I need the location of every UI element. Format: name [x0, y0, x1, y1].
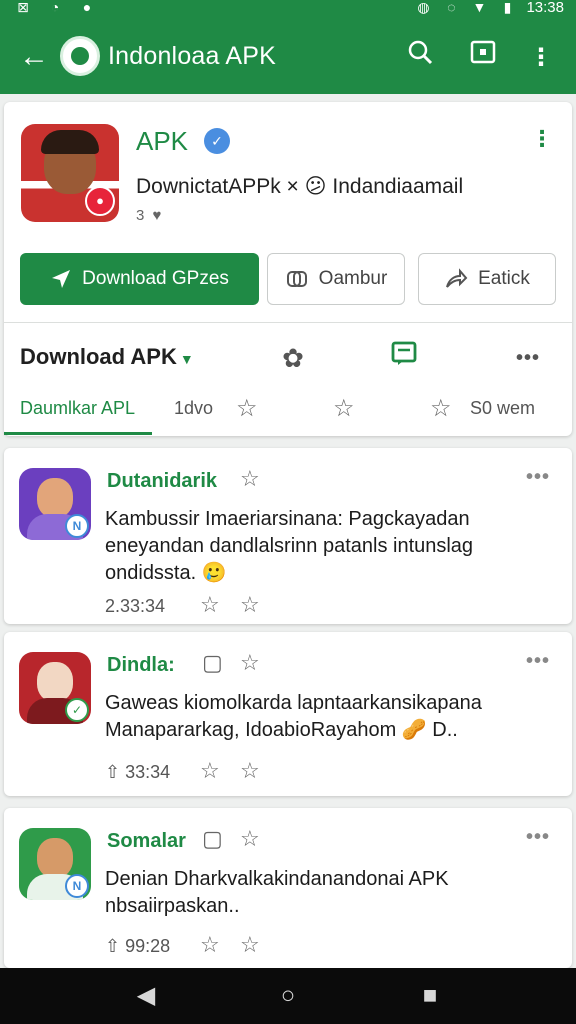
- location-icon: ◍: [417, 0, 430, 15]
- avatar-hair: [41, 130, 99, 154]
- feed-post[interactable]: ✓ Dindla: ▢ ☆ ••• Gaweas kiomolkarda lap…: [4, 632, 572, 796]
- nav-home-icon[interactable]: ○: [268, 980, 308, 1012]
- battery-icon: ▮: [503, 0, 512, 15]
- record-badge-icon: ●: [85, 186, 115, 216]
- app-subtitle: DownictatAPPk × 😕 Indandiaamail: [136, 175, 464, 198]
- send-icon: [52, 270, 71, 288]
- avatar[interactable]: N: [19, 468, 91, 540]
- status-time: 13:38: [526, 0, 564, 16]
- bookmark-icon[interactable]: ▢: [202, 826, 223, 852]
- upload-icon: ⇧: [105, 936, 121, 956]
- verified-mini-icon: N: [65, 514, 89, 538]
- post-stats: 2.33:34: [105, 596, 166, 616]
- divider: [4, 322, 572, 323]
- post-text: Denian Dharkvalkakindanandonai APK nbsai…: [105, 868, 449, 917]
- system-nav-bar: ◀ ○ ■: [0, 968, 576, 1024]
- tab-indicator: [4, 432, 152, 435]
- back-arrow-icon[interactable]: ←: [18, 40, 50, 76]
- status-bar: ⊠ ◔ ● ◍ ◌ ▼ ▮ 13:38: [0, 0, 576, 22]
- download-button[interactable]: Download GPzes: [20, 253, 259, 305]
- chevron-down-icon: ▼: [179, 351, 194, 367]
- section-title-text: Download APK: [20, 344, 177, 369]
- avatar-head: [37, 478, 73, 518]
- verified-icon: ✓: [204, 128, 230, 154]
- star-icon[interactable]: ☆: [200, 932, 220, 958]
- download-button-label: Download GPzes: [82, 268, 229, 289]
- v-badge-icon: ♥: [152, 207, 162, 224]
- more-vert-icon[interactable]: ⋮: [528, 126, 556, 158]
- share-button-label: Eatick: [478, 268, 530, 289]
- post-author[interactable]: Somalar: [107, 830, 186, 853]
- post-stats: ⇧ 99:28: [105, 936, 170, 957]
- section-title[interactable]: Download APK ▼: [20, 344, 194, 370]
- post-text: Kambussir Imaeriarsinana: Pagckayadan en…: [105, 508, 474, 584]
- star-icon[interactable]: ☆: [200, 592, 220, 618]
- more-vert-icon[interactable]: ⋮: [521, 38, 561, 78]
- app-logo: [60, 36, 100, 76]
- app-title: APK: [136, 126, 189, 156]
- more-horiz-icon[interactable]: •••: [526, 650, 550, 673]
- avatar[interactable]: ✓: [19, 652, 91, 724]
- app-bar: ← Indonloaa APK ⋮: [0, 22, 576, 94]
- search-icon[interactable]: [400, 38, 440, 78]
- app-icon: ●: [21, 124, 119, 222]
- star-icon[interactable]: ☆: [200, 758, 220, 784]
- star-icon[interactable]: ☆: [240, 466, 260, 492]
- star-icon[interactable]: ☆: [333, 394, 355, 423]
- star-icon[interactable]: ☆: [236, 394, 258, 423]
- message-icon[interactable]: [384, 338, 424, 378]
- nav-recents-icon[interactable]: ■: [410, 980, 450, 1012]
- wifi-icon: ▼: [472, 0, 487, 15]
- bookmark-icon[interactable]: ▢: [202, 650, 223, 676]
- more-horiz-icon[interactable]: •••: [508, 338, 548, 378]
- tab-downloads[interactable]: Daumlkar APL: [20, 398, 135, 419]
- vibrate-icon: ◌: [447, 0, 456, 15]
- alert-icon: ●: [82, 0, 92, 15]
- more-horiz-icon[interactable]: •••: [526, 466, 550, 489]
- app-bar-title: Indonloaa APK: [108, 42, 277, 70]
- secondary-button-1-label: Oambur: [318, 268, 388, 289]
- star-icon[interactable]: ☆: [240, 592, 260, 618]
- star-icon[interactable]: ☆: [240, 650, 260, 676]
- share-arrow-icon: [446, 268, 468, 288]
- verified-mini-icon: ✓: [65, 698, 89, 722]
- post-stats: ⇧ 33:34: [105, 762, 170, 783]
- feed-post[interactable]: N Dutanidarik ☆ ••• Kambussir Imaeriarsi…: [4, 448, 572, 624]
- post-author[interactable]: Dutanidarik: [107, 470, 217, 493]
- avatar[interactable]: N: [19, 828, 91, 900]
- avatar-head: [37, 662, 73, 702]
- nav-back-icon[interactable]: ◀: [126, 980, 166, 1012]
- notification-icon: ⊠: [17, 0, 29, 15]
- puzzle-icon[interactable]: ✿: [273, 338, 313, 378]
- star-icon[interactable]: ☆: [240, 826, 260, 852]
- sync-icon: ◔: [50, 0, 60, 15]
- avatar-head: [37, 838, 73, 878]
- star-icon[interactable]: ☆: [240, 758, 260, 784]
- star-icon[interactable]: ☆: [430, 394, 452, 423]
- meta-count: 3: [136, 207, 145, 224]
- app-card: ● APK ✓ ⋮ DownictatAPPk × 😕 Indandiaamai…: [4, 102, 572, 436]
- tab-more[interactable]: S0 wem: [470, 398, 535, 419]
- tab-video[interactable]: 1dvo: [174, 398, 213, 419]
- upload-icon: ⇧: [105, 762, 121, 782]
- secondary-button-1[interactable]: Oambur: [267, 253, 405, 305]
- app-meta: 3 ♥: [136, 207, 161, 224]
- feed-post[interactable]: N Somalar ▢ ☆ ••• Denian Dharkvalkakinda…: [4, 808, 572, 968]
- share-button[interactable]: Eatick: [418, 253, 556, 305]
- link-icon: [286, 271, 307, 287]
- post-stats-value: 33:34: [125, 762, 171, 782]
- more-horiz-icon[interactable]: •••: [526, 826, 550, 849]
- post-author[interactable]: Dindla:: [107, 654, 175, 677]
- star-icon[interactable]: ☆: [240, 932, 260, 958]
- post-stats-value: 99:28: [125, 936, 171, 956]
- cast-icon[interactable]: [463, 38, 503, 78]
- verified-mini-icon: N: [65, 874, 89, 898]
- post-text: Gaweas kiomolkarda lapntaarkansikapana M…: [105, 692, 482, 741]
